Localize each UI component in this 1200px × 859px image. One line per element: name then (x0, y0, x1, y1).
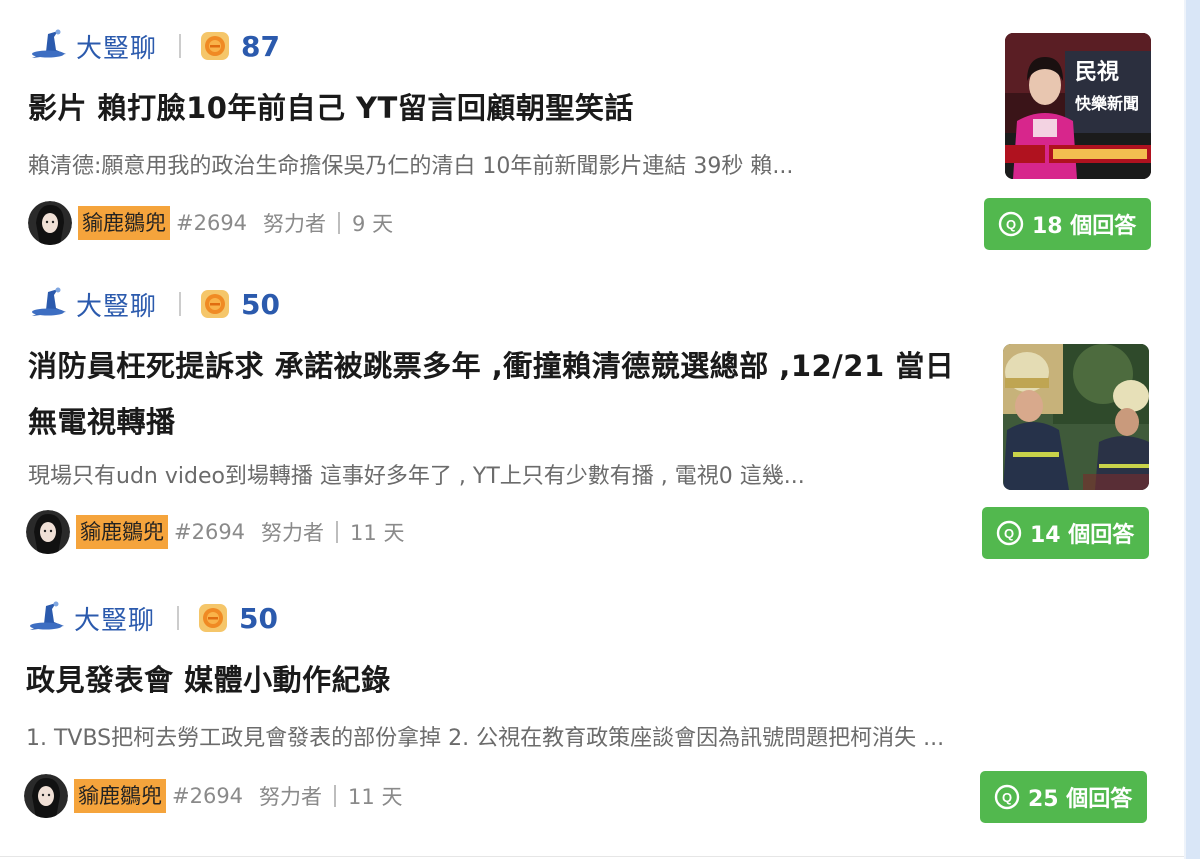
post-meta: 貐鹿鶵兜 #2694 努力者 9 天 (28, 200, 393, 246)
coin-count: 50 (241, 287, 280, 321)
answers-count: 18 個回答 (1032, 214, 1137, 239)
author-id: #2694 (172, 784, 244, 808)
author-name[interactable]: 貐鹿鶵兜 (76, 515, 168, 549)
post-title[interactable]: 消防員枉死提訴求 承諾被跳票多年 ,衝撞賴清德競選總部 ,12/21 當日無電視… (28, 338, 968, 450)
svg-text:Q: Q (1002, 790, 1012, 805)
scrollbar-track[interactable] (1184, 0, 1200, 859)
divider (334, 785, 337, 807)
author-rank: 努力者 (259, 785, 323, 809)
avatar[interactable] (28, 201, 72, 245)
post-age: 11 天 (348, 785, 403, 809)
answers-button[interactable]: Q 18 個回答 (984, 198, 1151, 250)
post-thumbnail[interactable]: 民視 快樂新聞 (1005, 33, 1151, 179)
post-age: 9 天 (352, 212, 394, 236)
coin-count: 87 (241, 29, 280, 63)
author-id: #2694 (174, 520, 246, 544)
answers-count: 14 個回答 (1030, 523, 1135, 548)
q-bubble-icon: Q (994, 784, 1020, 810)
post-title[interactable]: 影片 賴打臉10年前自己 YT留言回顧朝聖笑話 (28, 80, 968, 136)
witch-hat-icon[interactable] (28, 286, 68, 322)
divider (179, 34, 182, 58)
author-name[interactable]: 貐鹿鶵兜 (78, 206, 170, 240)
post-excerpt[interactable]: 賴清德:願意用我的政治生命擔保吳乃仁的清白 10年前新聞影片連結 39秒 賴..… (28, 148, 968, 180)
post-card[interactable]: 大豎聊 50 政見發表會 媒體小動作紀錄 1. TVBS把柯去勞工政見會發表的部… (0, 582, 1184, 857)
coin-icon (199, 604, 228, 632)
witch-hat-icon[interactable] (28, 28, 68, 64)
thumb-caption: 民視 (1075, 59, 1119, 84)
answers-count: 25 個回答 (1028, 787, 1133, 812)
author-name[interactable]: 貐鹿鶵兜 (74, 779, 166, 813)
post-header: 大豎聊 50 (26, 600, 278, 636)
post-meta: 貐鹿鶵兜 #2694 努力者 11 天 (26, 509, 404, 555)
board-link[interactable]: 大豎聊 (76, 28, 157, 65)
post-meta: 貐鹿鶵兜 #2694 努力者 11 天 (24, 773, 402, 819)
post-thumbnail[interactable] (1003, 344, 1149, 490)
post-title[interactable]: 政見發表會 媒體小動作紀錄 (26, 652, 1146, 708)
coin-count: 50 (239, 601, 278, 635)
post-card[interactable]: 大豎聊 50 消防員枉死提訴求 承諾被跳票多年 ,衝撞賴清德競選總部 ,12/2… (0, 268, 1184, 583)
divider (338, 212, 341, 234)
post-card[interactable]: 大豎聊 87 影片 賴打臉10年前自己 YT留言回顧朝聖笑話 賴清德:願意用我的… (0, 0, 1184, 269)
divider (177, 606, 180, 630)
board-link[interactable]: 大豎聊 (76, 286, 157, 323)
coin-icon (201, 32, 230, 60)
q-bubble-icon: Q (998, 211, 1024, 237)
author-rank: 努力者 (261, 521, 325, 545)
post-header: 大豎聊 50 (28, 286, 280, 322)
divider (336, 521, 339, 543)
answers-button[interactable]: Q 14 個回答 (982, 507, 1149, 559)
q-bubble-icon: Q (996, 520, 1022, 546)
divider (179, 292, 182, 316)
witch-hat-icon[interactable] (26, 600, 66, 636)
avatar[interactable] (26, 510, 70, 554)
thumb-caption: 快樂新聞 (1075, 94, 1139, 113)
answers-button[interactable]: Q 25 個回答 (980, 771, 1147, 823)
board-link[interactable]: 大豎聊 (74, 600, 155, 637)
post-excerpt[interactable]: 現場只有udn video到場轉播 這事好多年了 , YT上只有少數有播 , 電… (28, 458, 958, 490)
author-id: #2694 (176, 211, 248, 235)
coin-icon (201, 290, 230, 318)
svg-text:Q: Q (1006, 217, 1016, 232)
svg-text:Q: Q (1004, 526, 1014, 541)
post-excerpt[interactable]: 1. TVBS把柯去勞工政見會發表的部份拿掉 2. 公視在教育政策座談會因為訊號… (26, 720, 1146, 752)
post-feed: 大豎聊 87 影片 賴打臉10年前自己 YT留言回顧朝聖笑話 賴清德:願意用我的… (0, 0, 1184, 859)
post-header: 大豎聊 87 (28, 28, 280, 64)
avatar[interactable] (24, 774, 68, 818)
author-rank: 努力者 (263, 212, 327, 236)
post-age: 11 天 (350, 521, 405, 545)
